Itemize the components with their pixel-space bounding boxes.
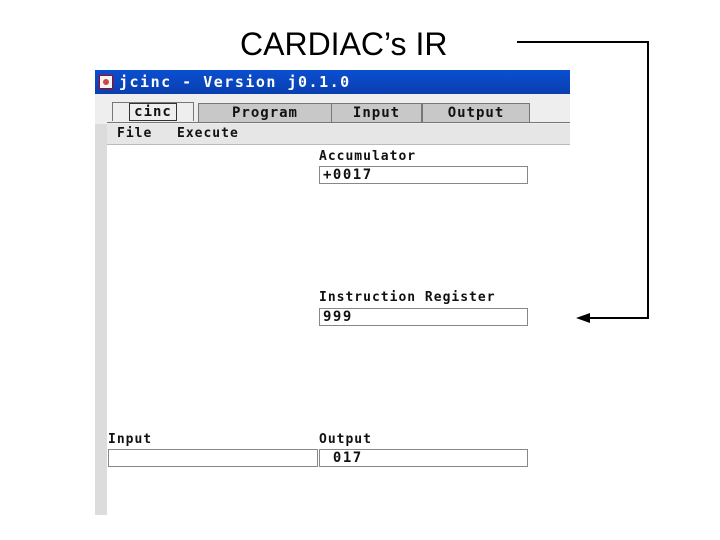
tab-label: Input: [352, 105, 401, 121]
menu-file[interactable]: File: [117, 126, 152, 141]
accumulator-label: Accumulator: [319, 149, 417, 164]
tab-input[interactable]: Input: [331, 103, 422, 122]
instruction-register-field[interactable]: 999: [319, 308, 528, 326]
tab-cinc[interactable]: cinc: [112, 102, 194, 121]
menu-bar: File Execute: [107, 124, 570, 145]
left-border: [95, 124, 107, 515]
instruction-register-label: Instruction Register: [319, 290, 496, 305]
tab-output[interactable]: Output: [422, 103, 530, 122]
output-field[interactable]: 017: [319, 449, 528, 467]
input-field[interactable]: [108, 449, 318, 467]
window-title: jcinc - Version j0.1.0: [119, 73, 351, 91]
accumulator-field[interactable]: +0017: [319, 166, 528, 184]
tab-strip: cinc Program Input Output: [95, 94, 570, 124]
app-icon: [99, 75, 113, 89]
input-label: Input: [108, 432, 153, 447]
tab-program[interactable]: Program: [198, 103, 332, 122]
tab-label: Output: [447, 105, 505, 121]
tab-label: Program: [231, 105, 298, 121]
app-window: jcinc - Version j0.1.0 cinc Program Inpu…: [95, 70, 570, 515]
tab-label: cinc: [129, 103, 177, 121]
menu-execute[interactable]: Execute: [177, 126, 239, 141]
cinc-panel: Accumulator +0017 Instruction Register 9…: [107, 145, 570, 515]
title-bar[interactable]: jcinc - Version j0.1.0: [95, 70, 570, 94]
tab-divider: [107, 122, 570, 123]
output-label: Output: [319, 432, 372, 447]
